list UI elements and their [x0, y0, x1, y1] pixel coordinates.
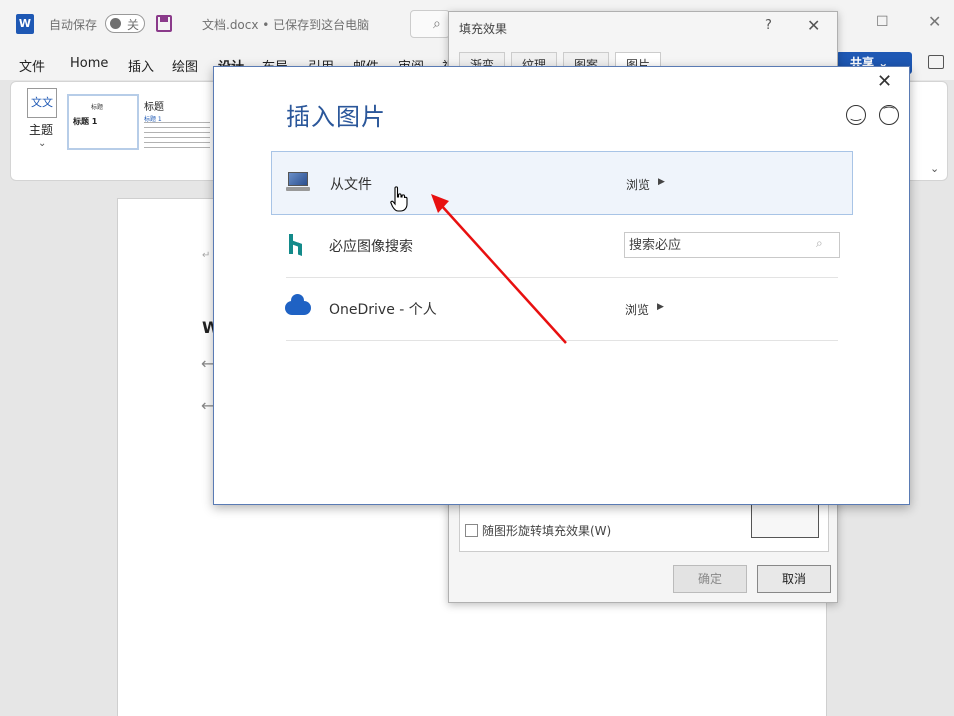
- help-icon[interactable]: ?: [765, 18, 772, 33]
- comment-icon[interactable]: [928, 55, 944, 69]
- chevron-right-icon: ▶: [658, 177, 665, 187]
- dialog-title: 插入图片: [286, 103, 386, 131]
- monitor-shape: [288, 172, 308, 186]
- smile-feedback-icon[interactable]: ‿: [846, 105, 866, 125]
- autosave-toggle[interactable]: 关: [105, 14, 145, 33]
- from-file-label: 从文件: [330, 177, 372, 193]
- computer-icon: [286, 172, 310, 192]
- autosave-state: 关: [127, 18, 140, 32]
- browse-link[interactable]: 浏览: [625, 301, 649, 318]
- close-window-icon[interactable]: ✕: [928, 12, 941, 31]
- maximize-icon[interactable]: ☐: [876, 14, 889, 30]
- word-logo-icon: W: [16, 14, 34, 34]
- cancel-button[interactable]: 取消: [757, 565, 831, 593]
- menu-home[interactable]: Home: [70, 56, 108, 71]
- fill-dialog-title: 填充效果: [459, 22, 508, 36]
- toggle-knob: [110, 18, 121, 29]
- chevron-down-icon[interactable]: ⌄: [38, 138, 46, 149]
- frown-feedback-icon[interactable]: ⁀: [879, 105, 899, 125]
- keyboard-shape: [286, 187, 310, 191]
- style-set-thumbnail-2[interactable]: 标题 标题 1: [142, 96, 212, 152]
- from-file-row[interactable]: 从文件 浏览 ▶: [271, 151, 853, 215]
- theme-label[interactable]: 主题: [29, 121, 53, 138]
- bing-search-label: 必应图像搜索: [329, 239, 413, 255]
- autosave-label: 自动保存: [49, 18, 98, 32]
- thumb2-title: 标题: [144, 102, 164, 113]
- rotate-fill-label[interactable]: 随图形旋转填充效果(W): [482, 522, 611, 539]
- rotate-fill-checkbox[interactable]: [465, 524, 478, 537]
- bing-search-box[interactable]: ⌕: [624, 232, 840, 258]
- close-icon[interactable]: ✕: [877, 71, 892, 92]
- bing-icon: [289, 234, 303, 257]
- theme-icon[interactable]: 文文: [27, 88, 57, 118]
- onedrive-icon: [285, 294, 311, 315]
- search-icon[interactable]: ⌕: [816, 236, 823, 251]
- thumb-heading1: 标题 1: [73, 117, 98, 126]
- insert-picture-dialog: ✕ 插入图片 ‿ ⁀ 从文件 浏览 ▶ 必应图像搜索 ⌕ OneDrive - …: [213, 66, 910, 505]
- menu-draw[interactable]: 绘图: [172, 56, 198, 75]
- ok-button[interactable]: 确定: [673, 565, 747, 593]
- onedrive-row[interactable]: OneDrive - 个人 浏览 ▶: [271, 277, 853, 341]
- ribbon-expand-icon[interactable]: ⌄: [930, 162, 939, 175]
- menu-insert[interactable]: 插入: [128, 56, 154, 75]
- bing-search-row: 必应图像搜索 ⌕: [271, 214, 853, 278]
- title-search-box[interactable]: [410, 10, 450, 38]
- row-divider: [286, 340, 838, 341]
- document-title[interactable]: 文档.docx • 已保存到这台电脑: [202, 16, 369, 33]
- onedrive-label: OneDrive - 个人: [329, 302, 437, 318]
- style-set-thumbnail[interactable]: 标题 标题 1: [67, 94, 139, 150]
- chevron-right-icon: ▶: [657, 302, 664, 312]
- paragraph-mark-icon: ↵: [202, 250, 211, 261]
- save-icon[interactable]: [156, 15, 172, 32]
- thumb2-text-lines: [144, 122, 210, 148]
- search-icon: ⌕: [433, 16, 441, 32]
- menu-file[interactable]: 文件: [19, 56, 45, 75]
- browse-link[interactable]: 浏览: [626, 176, 650, 193]
- thumb-title: 标题: [91, 104, 104, 111]
- close-icon[interactable]: ✕: [807, 16, 820, 35]
- hand-cursor-icon: [390, 186, 408, 212]
- bing-search-input[interactable]: [629, 236, 809, 254]
